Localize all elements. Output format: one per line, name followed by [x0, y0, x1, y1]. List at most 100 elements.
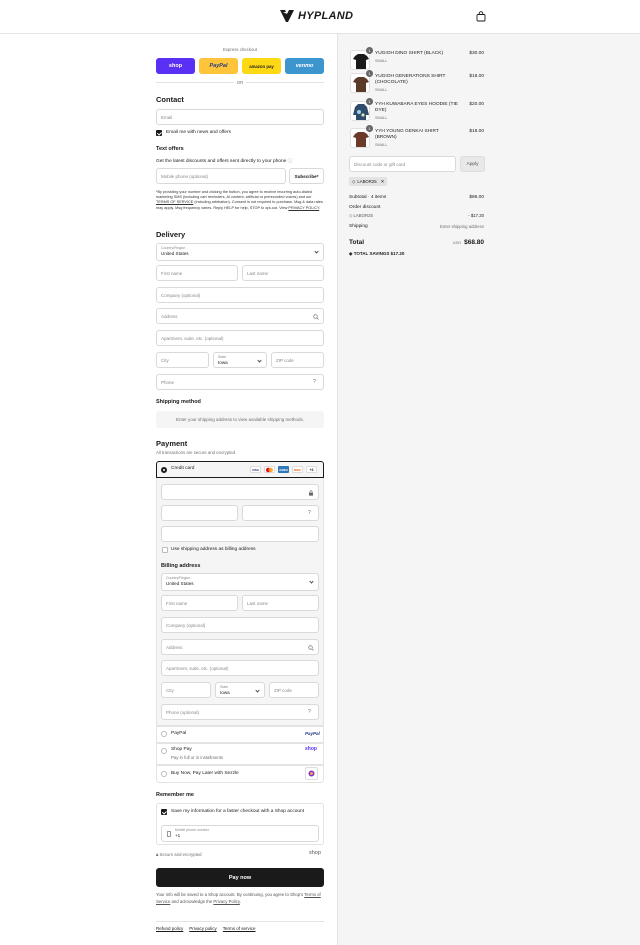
- payment-heading: Payment: [156, 439, 188, 448]
- pay-now-button[interactable]: Pay now: [156, 868, 324, 887]
- first-name-placeholder: First name: [161, 271, 183, 276]
- header: HYPLAND: [0, 0, 640, 34]
- use-shipping-checkbox[interactable]: [162, 547, 168, 553]
- billing-phone-field[interactable]: Mobile phone number Phone (optional) ?: [161, 704, 319, 720]
- phone-field[interactable]: Phone ?: [156, 374, 324, 390]
- card-number-field[interactable]: [161, 484, 319, 500]
- amazon-pay-express-button[interactable]: amazon pay: [242, 58, 281, 74]
- cart-line-item: 1 YYH YOUNG GENKAI SHIRT (BROWN) SMALL $1…: [350, 125, 484, 148]
- email-field[interactable]: Email: [156, 109, 324, 125]
- shipping-value: Enter shipping address: [440, 224, 484, 229]
- terms-of-service-link[interactable]: TERMS OF SERVICE: [156, 200, 193, 204]
- shop-pay-radio[interactable]: [161, 748, 167, 754]
- shipping-method-note: Enter your shipping address to view avai…: [156, 411, 324, 428]
- billing-city-field[interactable]: City: [161, 682, 211, 698]
- name-on-card-field[interactable]: [161, 526, 319, 542]
- order-discount-row: Order discount: [349, 205, 484, 210]
- product-variant: SMALL: [375, 116, 388, 120]
- apartment-field[interactable]: Apartment, suite, etc. (optional): [156, 330, 324, 346]
- product-variant: SMALL: [375, 59, 388, 63]
- venmo-express-button[interactable]: venmo: [285, 58, 324, 74]
- company-placeholder: Company (optional): [161, 293, 201, 298]
- billing-apartment-placeholder: Apartment, suite, etc. (optional): [166, 666, 229, 671]
- text-offers-subtext: Get the latest discounts and offers sent…: [156, 159, 293, 164]
- discover-icon: DISC: [292, 466, 303, 473]
- subscribe-button[interactable]: Subscribe*: [289, 168, 324, 184]
- phone-placeholder: Phone: [161, 380, 175, 385]
- search-icon: [313, 314, 319, 320]
- billing-last-name-placeholder: Last name: [247, 601, 269, 606]
- billing-state-label: State: [220, 685, 229, 689]
- credit-card-radio[interactable]: [161, 467, 167, 473]
- discount-code-field[interactable]: Discount code or gift card: [349, 156, 456, 172]
- news-checkbox[interactable]: [156, 130, 162, 136]
- help-icon[interactable]: ?: [308, 709, 314, 715]
- brand-logo[interactable]: HYPLAND: [279, 9, 353, 23]
- country-value: United States: [161, 251, 189, 256]
- product-price: $20.00: [469, 102, 484, 107]
- chevron-down-icon: [314, 249, 319, 254]
- subtotal-value: $86.00: [469, 195, 484, 200]
- billing-company-field[interactable]: Company (optional): [161, 617, 319, 633]
- help-icon[interactable]: ?: [308, 510, 314, 516]
- currency-label: USD: [452, 240, 462, 245]
- mobile-number-field[interactable]: Mobile phone number +1: [161, 825, 319, 842]
- lock-icon: [309, 490, 313, 496]
- last-name-field[interactable]: Last name: [242, 265, 324, 281]
- product-variant: SMALL: [375, 88, 388, 92]
- billing-address-field[interactable]: Address: [161, 639, 319, 655]
- product-price: $18.00: [469, 129, 484, 134]
- paypal-radio[interactable]: [161, 731, 167, 737]
- shipping-label: Shipping: [349, 224, 368, 229]
- cart-line-item: 1 YUGIOH DINO SHIRT (BLACK) SMALL $30.00: [350, 47, 484, 70]
- chevron-down-icon: [257, 358, 262, 363]
- security-code-field[interactable]: ?: [242, 505, 319, 521]
- expiration-field[interactable]: [161, 505, 238, 521]
- text-offers-phone-field[interactable]: Mobile phone (optional): [156, 168, 286, 184]
- billing-address-heading: Billing address: [161, 563, 201, 569]
- shop-pay-express-button[interactable]: shop: [156, 58, 195, 74]
- info-icon[interactable]: ⓘ: [288, 159, 293, 164]
- help-icon[interactable]: ?: [313, 379, 319, 385]
- billing-zip-field[interactable]: ZIP code: [269, 682, 319, 698]
- privacy-policy-footer-link[interactable]: Privacy policy: [189, 926, 217, 931]
- first-name-field[interactable]: First name: [156, 265, 238, 281]
- billing-first-name-field[interactable]: First name: [161, 595, 238, 611]
- billing-first-name-placeholder: First name: [166, 601, 188, 606]
- shopping-bag-icon[interactable]: [476, 11, 486, 22]
- discount-code-placeholder: Discount code or gift card: [354, 162, 406, 167]
- state-select[interactable]: State Iowa: [213, 352, 267, 368]
- remove-discount-icon[interactable]: ✕: [381, 179, 385, 185]
- apply-button[interactable]: Apply: [460, 156, 485, 172]
- text-offers-heading: Text offers: [156, 146, 184, 152]
- save-info-checkbox[interactable]: [161, 809, 167, 815]
- country-select[interactable]: Country/Region United States: [156, 243, 324, 261]
- sezzle-radio[interactable]: [161, 771, 167, 777]
- zip-field[interactable]: ZIP code: [271, 352, 324, 368]
- product-price: $30.00: [469, 51, 484, 56]
- credit-card-label: Credit card: [171, 466, 195, 471]
- billing-last-name-field[interactable]: Last name: [242, 595, 319, 611]
- privacy-policy-link[interactable]: PRIVACY POLICY: [288, 206, 319, 210]
- product-name: YYH YOUNG GENKAI SHIRT (BROWN) SMALL: [375, 129, 460, 148]
- billing-state-select[interactable]: State Iowa: [215, 682, 265, 698]
- or-divider-label: OR: [236, 80, 244, 85]
- save-info-label: Save my information for a faster checkou…: [171, 809, 305, 814]
- address-field[interactable]: Address: [156, 308, 324, 324]
- shop-privacy-link[interactable]: Privacy Policy: [213, 899, 239, 904]
- sezzle-icon: [305, 767, 318, 780]
- total-amount: USD $68.80: [453, 239, 484, 246]
- applied-code: LABOR25: [357, 179, 377, 184]
- billing-zip-placeholder: ZIP code: [274, 688, 292, 693]
- company-field[interactable]: Company (optional): [156, 287, 324, 303]
- billing-country-select[interactable]: Country/Region United States: [161, 573, 319, 591]
- refund-policy-link[interactable]: Refund policy: [156, 926, 183, 931]
- text-offers-phone-placeholder: Mobile phone (optional): [161, 174, 209, 179]
- shipping-method-heading: Shipping method: [156, 399, 201, 405]
- city-field[interactable]: City: [156, 352, 209, 368]
- total-row: Total USD $68.80: [349, 239, 484, 249]
- billing-apartment-field[interactable]: Apartment, suite, etc. (optional): [161, 660, 319, 676]
- paypal-express-button[interactable]: PayPal: [199, 58, 238, 74]
- terms-of-service-footer-link[interactable]: Terms of service: [223, 926, 256, 931]
- cart-line-item: 1 YUGIOH GENERATIONS SHIRT (CHOCOLATE) SM…: [350, 70, 484, 93]
